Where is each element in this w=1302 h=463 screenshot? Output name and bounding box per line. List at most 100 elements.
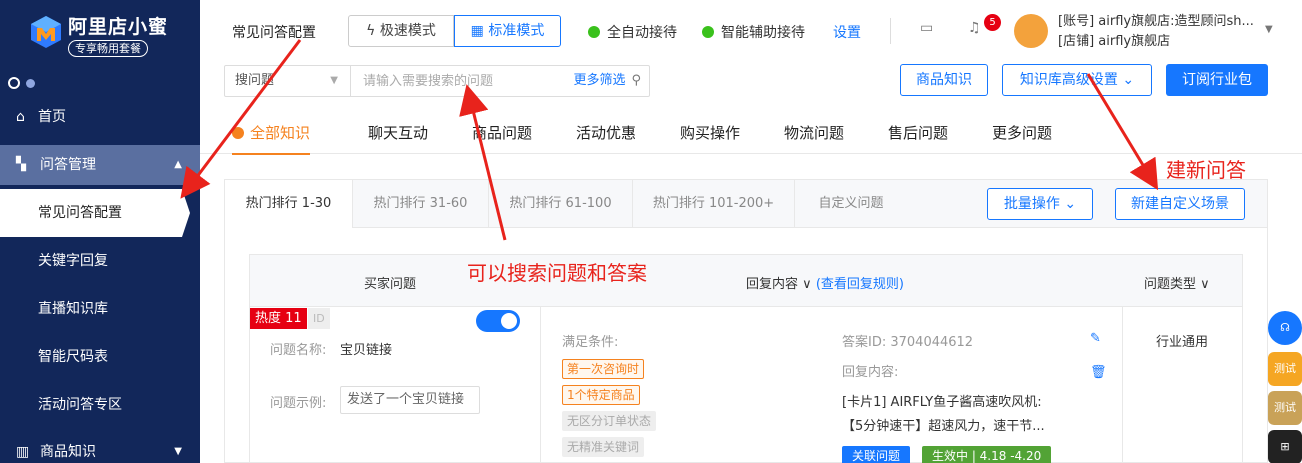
tab-rank-31-60[interactable]: 热门排行 31-60	[353, 180, 489, 228]
status-dot-icon	[588, 26, 600, 38]
nav-sub-live[interactable]: 直播知识库	[0, 285, 200, 333]
tab-aftersale[interactable]: 售后问题	[888, 122, 948, 143]
chevron-down-icon: ∨	[1200, 277, 1210, 292]
nav-goods-label: 商品知识	[40, 444, 96, 460]
search-bar: 搜问题▼ 更多筛选 ⚲	[224, 65, 650, 97]
condition-tag: 无精准关键词	[562, 437, 645, 457]
condition-label: 满足条件:	[562, 335, 619, 350]
reply-label: 回复内容:	[842, 365, 899, 380]
tab-all[interactable]: 全部知识	[232, 122, 311, 155]
category-tabs: 全部知识 聊天互动 商品问题 活动优惠 购买操作 物流问题 售后问题 更多问题	[200, 112, 1302, 155]
mode-fast-button[interactable]: ϟ 极速模式	[348, 15, 454, 47]
search-icon[interactable]: ⚲	[631, 66, 649, 96]
page-title: 常见问答配置	[232, 25, 316, 41]
qa-panel: 热门排行 1-30 热门排行 31-60 热门排行 61-100 热门排行 10…	[224, 179, 1268, 463]
bell-icon[interactable]: ♫	[968, 20, 981, 36]
tab-rank-1-30[interactable]: 热门排行 1-30	[225, 180, 353, 228]
col-question: 买家问题	[364, 277, 417, 292]
grid-icon: ▦	[470, 23, 489, 39]
account-info[interactable]: [账号] airfly旗舰店:造型顾问sh... [店铺] airfly旗舰店	[1058, 12, 1258, 52]
enable-toggle[interactable]	[476, 310, 520, 332]
book-icon: ▥	[16, 444, 30, 460]
nav-home-label: 首页	[38, 109, 66, 125]
mode-switch: ϟ 极速模式 ▦ 标准模式	[348, 15, 561, 47]
search-input[interactable]	[351, 66, 574, 96]
fire-icon	[232, 127, 244, 139]
nav-sub-size[interactable]: 智能尺码表	[0, 333, 200, 381]
chevron-up-icon: ▲	[174, 159, 182, 170]
tab-promo[interactable]: 活动优惠	[576, 122, 636, 143]
annotation-new: 建新问答	[1166, 158, 1246, 182]
apps-icon[interactable]: ⊞	[1268, 430, 1302, 463]
notification-badge: 5	[984, 14, 1001, 31]
rank-tabs: 热门排行 1-30 热门排行 31-60 热门排行 61-100 热门排行 10…	[225, 180, 1267, 228]
goods-knowledge-button[interactable]: 商品知识	[900, 64, 988, 96]
chevron-down-icon: ⌄	[1122, 72, 1135, 88]
advanced-settings-button[interactable]: 知识库高级设置 ⌄	[1002, 64, 1152, 96]
question-type-value: 行业通用	[1156, 335, 1209, 350]
sidebar: 阿里店小蜜 专享畅用套餐 ⌂ 首页 ▚ 问答管理 ▲ 常见问答配置 关键字回复 …	[0, 0, 200, 463]
nav-home[interactable]: ⌂ 首页	[0, 97, 200, 137]
id-tag: ID	[308, 308, 330, 329]
edit-icon[interactable]: ✎	[1090, 331, 1101, 346]
trash-icon[interactable]: 🗑	[1090, 365, 1107, 380]
logo-icon	[31, 16, 61, 48]
effective-status-tag: 生效中 | 4.18 -4.20	[922, 446, 1052, 463]
tab-logistics[interactable]: 物流问题	[784, 122, 844, 143]
nav-sub-keyword[interactable]: 关键字回复	[0, 237, 200, 285]
nav-qa-manage[interactable]: ▚ 问答管理 ▲	[0, 145, 200, 185]
carousel-dots[interactable]	[8, 77, 35, 93]
chevron-down-icon: ▼	[174, 446, 182, 457]
customer-service-icon[interactable]: ☊	[1268, 311, 1302, 345]
tab-purchase[interactable]: 购买操作	[680, 122, 740, 143]
question-name-value: 宝贝链接	[340, 343, 393, 358]
avatar[interactable]	[1014, 14, 1048, 48]
condition-tag: 第一次咨询时	[562, 359, 645, 379]
tab-more[interactable]: 更多问题	[992, 122, 1052, 143]
question-name-label: 问题名称:	[270, 343, 327, 358]
brand-name: 阿里店小蜜	[68, 16, 169, 38]
tab-custom[interactable]: 自定义问题	[795, 180, 907, 228]
tab-chat[interactable]: 聊天互动	[368, 122, 428, 143]
nav-goods[interactable]: ▥ 商品知识 ▼	[0, 432, 200, 463]
more-filter-link[interactable]: 更多筛选	[573, 66, 631, 96]
lightning-icon: ϟ	[366, 23, 380, 39]
condition-tag: 1个特定商品	[562, 385, 640, 405]
tab-rank-61-100[interactable]: 热门排行 61-100	[489, 180, 633, 228]
nav-qa-label: 问答管理	[40, 157, 96, 173]
status-auto: 全自动接待	[588, 22, 677, 42]
nav-sub-activity[interactable]: 活动问答专区	[0, 381, 200, 429]
new-scene-button[interactable]: 新建自定义场景	[1115, 188, 1245, 220]
mode-standard-button[interactable]: ▦ 标准模式	[454, 15, 561, 47]
chevron-down-icon: ▼	[330, 75, 338, 86]
tab-goods[interactable]: 商品问题	[472, 122, 532, 143]
grid-icon: ▚	[16, 157, 26, 172]
nav-sub-faq[interactable]: 常见问答配置	[0, 189, 190, 237]
question-example-label: 问题示例:	[270, 396, 327, 411]
help-icon[interactable]: ▭	[920, 20, 933, 36]
related-question-tag[interactable]: 关联问题	[842, 446, 911, 463]
account-name: [账号] airfly旗舰店:造型顾问sh...	[1058, 14, 1254, 29]
test-button-1[interactable]: 测试	[1268, 352, 1302, 386]
answer-id: 答案ID: 3704044612	[842, 335, 974, 350]
chevron-down-icon: ∨	[802, 277, 812, 292]
chevron-down-icon[interactable]: ▼	[1265, 24, 1273, 35]
test-button-2[interactable]: 测试	[1268, 391, 1302, 425]
qa-table: 买家问题 回复内容 ∨ (查看回复规则) 问题类型 ∨ 热度 11 ID 问题名…	[249, 254, 1243, 463]
settings-link[interactable]: 设置	[833, 22, 861, 42]
col-reply[interactable]: 回复内容 ∨ (查看回复规则)	[746, 273, 904, 292]
annotation-search: 可以搜索问题和答案	[467, 261, 647, 285]
plan-badge: 专享畅用套餐	[68, 40, 148, 57]
chevron-down-icon: ⌄	[1064, 196, 1077, 212]
col-type[interactable]: 问题类型 ∨	[1144, 273, 1210, 292]
search-type-select[interactable]: 搜问题 ▼	[225, 66, 351, 96]
home-icon: ⌂	[16, 109, 25, 125]
shop-name: [店铺] airfly旗舰店	[1058, 34, 1171, 49]
divider	[890, 18, 891, 44]
tab-rank-101-200[interactable]: 热门排行 101-200+	[633, 180, 795, 228]
subscribe-button[interactable]: 订阅行业包	[1166, 64, 1268, 96]
table-header: 买家问题 回复内容 ∨ (查看回复规则) 问题类型 ∨	[250, 255, 1242, 307]
batch-operation-button[interactable]: 批量操作 ⌄	[987, 188, 1093, 220]
reply-card-line1: [卡片1] AIRFLY鱼子酱高速吹风机:	[842, 395, 1042, 410]
status-dot-icon	[702, 26, 714, 38]
